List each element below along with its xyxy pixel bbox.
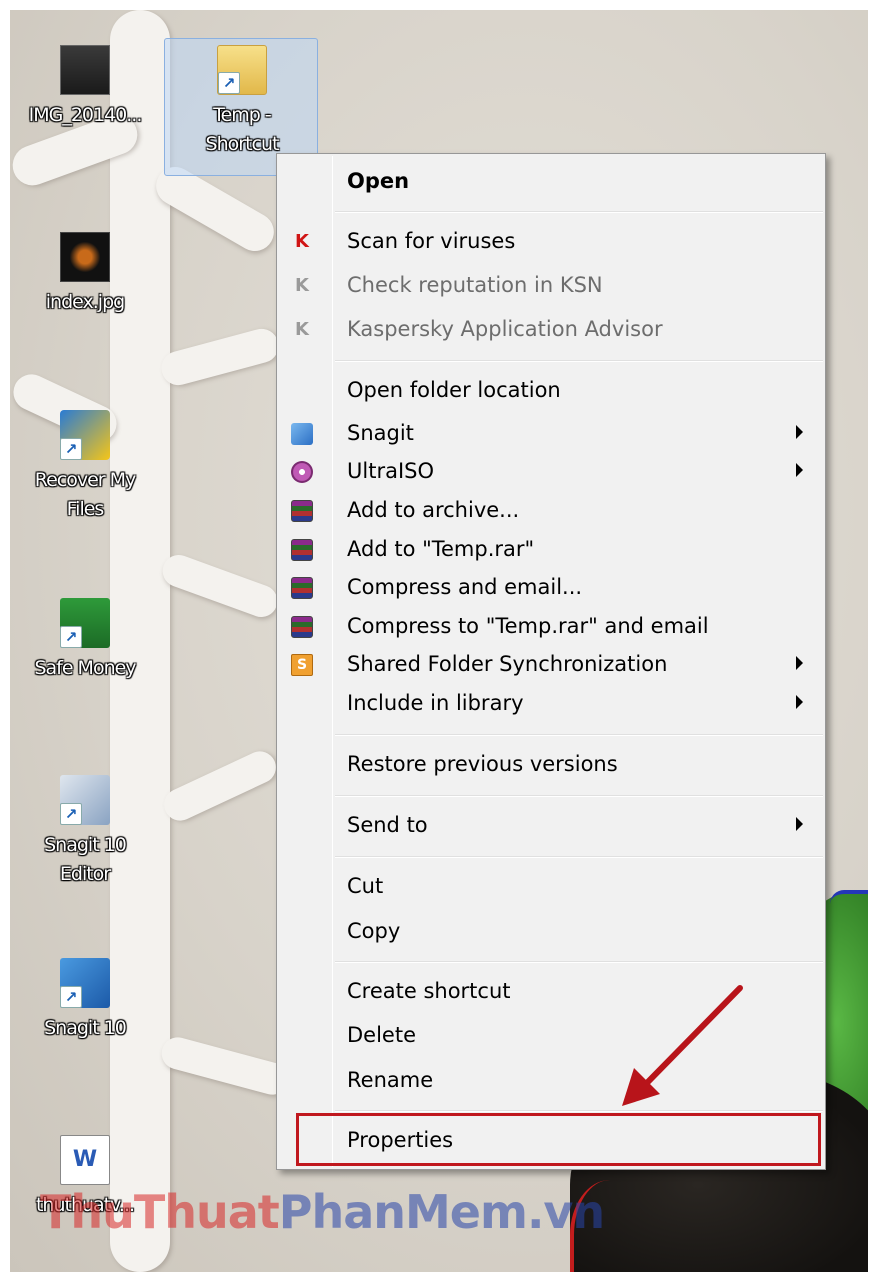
menu-item-rename[interactable]: Rename [279,1061,823,1099]
desktop-icon-label: Recover My Files [34,469,137,520]
menu-item-snagit[interactable]: Snagit [279,414,823,452]
menu-item-label: Check reputation in KSN [347,273,603,297]
tree-branch [157,325,283,389]
menu-item-label: Copy [347,919,401,943]
properties-highlight-box [296,1113,821,1166]
menu-item-label: Shared Folder Synchronization [347,652,668,676]
menu-item-check-reputation[interactable]: K Check reputation in KSN [279,266,823,304]
shortcut-arrow-icon: ↗ [60,803,82,825]
photo-icon [60,45,110,95]
shortcut-arrow-icon: ↗ [60,986,82,1008]
submenu-arrow-icon [796,463,803,477]
recover-app-icon: ↗ [60,410,110,460]
menu-separator [335,856,823,858]
decorative-blue-line [830,890,868,904]
submenu-arrow-icon [796,695,803,709]
desktop-icon-recover-my-files[interactable]: ↗ Recover My Files [15,410,155,524]
menu-item-restore-previous-versions[interactable]: Restore previous versions [279,745,823,783]
submenu-arrow-icon [796,656,803,670]
desktop-icon-img[interactable]: IMG_20140... [15,45,155,130]
desktop-icon-label: Snagit 10 [44,1017,127,1039]
submenu-arrow-icon [796,817,803,831]
context-menu: Open K Scan for viruses K Check reputati… [276,153,826,1170]
menu-item-label: Include in library [347,691,524,715]
menu-separator [335,961,823,963]
menu-item-open[interactable]: Open [279,162,823,200]
tree-branch [158,550,282,622]
watermark-part1: ThuThuat [40,1185,280,1239]
menu-item-open-folder-location[interactable]: Open folder location [279,371,823,409]
menu-separator [335,1110,823,1112]
menu-item-label: UltraISO [347,459,434,483]
menu-item-include-in-library[interactable]: Include in library [279,684,823,722]
menu-item-label: Delete [347,1023,416,1047]
menu-separator [335,795,823,797]
menu-item-kaspersky-advisor[interactable]: K Kaspersky Application Advisor [279,310,823,348]
menu-item-send-to[interactable]: Send to [279,806,823,844]
folder-shortcut-icon: ↗ [217,45,267,95]
desktop-icon-snagit[interactable]: ↗ Snagit 10 [15,958,155,1043]
kaspersky-icon: K [295,231,309,252]
menu-item-delete[interactable]: Delete [279,1016,823,1054]
safe-money-icon: ↗ [60,598,110,648]
shortcut-arrow-icon: ↗ [60,438,82,460]
shortcut-arrow-icon: ↗ [218,72,240,94]
menu-item-label: Cut [347,874,384,898]
desktop-icon-label: IMG_20140... [28,104,143,126]
menu-item-label: Create shortcut [347,979,511,1003]
menu-item-add-to-archive[interactable]: Add to archive... [279,491,823,529]
menu-item-compress-and-email[interactable]: Compress and email... [279,568,823,606]
kaspersky-gray-icon: K [295,275,309,296]
menu-item-ultraiso[interactable]: UltraISO [279,452,823,490]
desktop-icon-index[interactable]: index.jpg [15,232,155,317]
winrar-icon [291,500,313,522]
sync-s-icon: S [291,654,313,676]
shortcut-arrow-icon: ↗ [60,626,82,648]
tree-branch [158,1033,292,1099]
menu-item-label: Add to archive... [347,498,520,522]
watermark-part2: PhanMem.vn [278,1185,605,1239]
desktop-icon-label: Snagit 10 Editor [44,834,127,885]
desktop-icon-label: index.jpg [45,291,125,313]
menu-item-copy[interactable]: Copy [279,912,823,950]
winrar-icon [291,539,313,561]
desktop-icon-temp-shortcut[interactable]: ↗ Temp - Shortcut [172,45,312,159]
menu-item-compress-to-temp-rar-and-email[interactable]: Compress to "Temp.rar" and email [279,607,823,645]
menu-item-cut[interactable]: Cut [279,867,823,905]
snagit-icon [291,423,313,445]
submenu-arrow-icon [796,425,803,439]
snagit-editor-icon: ↗ [60,775,110,825]
menu-item-add-to-temp-rar[interactable]: Add to "Temp.rar" [279,530,823,568]
menu-item-label: Rename [347,1068,434,1092]
winrar-icon [291,616,313,638]
desktop-icon-label: Safe Money [34,657,136,679]
tree-branch [158,746,282,826]
snagit-icon: ↗ [60,958,110,1008]
menu-item-label: Compress and email... [347,575,583,599]
winrar-icon [291,577,313,599]
menu-separator [335,211,823,213]
menu-item-label: Send to [347,813,428,837]
menu-item-label: Scan for viruses [347,229,516,253]
menu-item-label: Open [347,169,410,193]
desktop-icon-snagit-editor[interactable]: ↗ Snagit 10 Editor [15,775,155,889]
desktop-icon-label: Temp - Shortcut [205,104,280,155]
menu-item-scan-for-viruses[interactable]: K Scan for viruses [279,222,823,260]
menu-item-label: Kaspersky Application Advisor [347,317,663,341]
kaspersky-gray-icon: K [295,319,309,340]
menu-separator [335,734,823,736]
menu-item-create-shortcut[interactable]: Create shortcut [279,972,823,1010]
desktop-icon-safe-money[interactable]: ↗ Safe Money [15,598,155,683]
ultraiso-disc-icon [291,461,313,483]
menu-item-label: Compress to "Temp.rar" and email [347,614,709,638]
word-document-icon: W [60,1135,110,1185]
menu-item-shared-folder-sync[interactable]: S Shared Folder Synchronization [279,645,823,683]
watermark: ThuThuatPhanMem.vn [40,1185,605,1239]
menu-item-label: Restore previous versions [347,752,618,776]
menu-separator [335,360,823,362]
menu-item-label: Open folder location [347,378,561,402]
image-icon [60,232,110,282]
menu-item-label: Add to "Temp.rar" [347,537,535,561]
menu-item-label: Snagit [347,421,414,445]
